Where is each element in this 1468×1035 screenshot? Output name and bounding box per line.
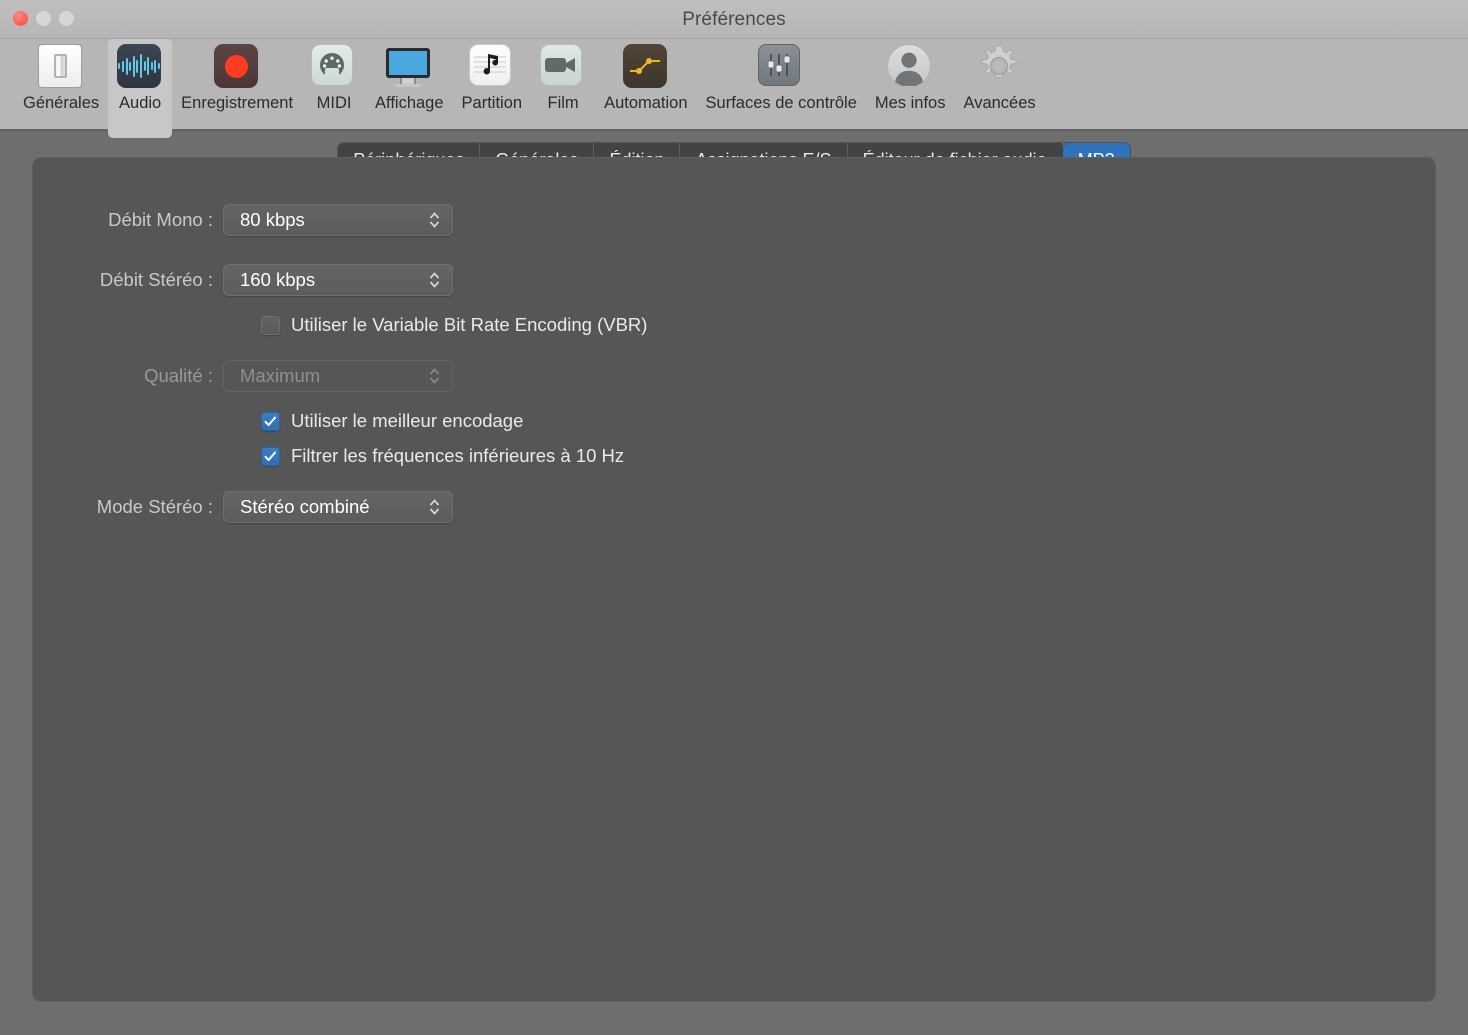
filter-checkbox-row[interactable]: Filtrer les fréquences inférieures à 10 … <box>33 441 1435 471</box>
quality-row: Qualité : Maximum <box>33 358 1435 394</box>
gear-icon <box>977 44 1023 90</box>
stereo-bitrate-label: Débit Stéréo : <box>33 269 223 291</box>
chevron-updown-icon <box>429 210 440 230</box>
toolbar-label: MIDI <box>317 95 352 112</box>
automation-curve-icon <box>623 44 669 90</box>
toolbar-label: Partition <box>462 95 523 112</box>
filter-checkbox-label: Filtrer les fréquences inférieures à 10 … <box>291 445 624 467</box>
toolbar-label: Générales <box>23 95 99 112</box>
toolbar-item-generales[interactable]: Générales <box>14 39 108 116</box>
toolbar-item-film[interactable]: Film <box>531 39 595 116</box>
video-camera-icon <box>540 44 586 90</box>
toolbar-label: Avancées <box>963 95 1035 112</box>
music-score-icon <box>469 44 515 90</box>
window-title: Préférences <box>0 9 1468 31</box>
light-switch-icon <box>38 44 84 90</box>
display-monitor-icon <box>386 44 432 90</box>
best-encoding-checkbox-row[interactable]: Utiliser le meilleur encodage <box>33 406 1435 436</box>
stereo-bitrate-row: Débit Stéréo : 160 kbps <box>33 262 1435 298</box>
stereo-mode-popup[interactable]: Stéréo combiné <box>223 491 453 523</box>
mono-bitrate-label: Débit Mono : <box>33 209 223 231</box>
record-dot-icon <box>214 44 260 90</box>
mp3-settings-form: Débit Mono : 80 kbps Débit Stéréo : 1 <box>33 158 1435 525</box>
toolbar-label: Film <box>547 95 578 112</box>
quality-label: Qualité : <box>33 365 223 387</box>
toolbar-label: Audio <box>119 95 161 112</box>
toolbar-label: Affichage <box>375 95 444 112</box>
chevron-updown-icon <box>429 366 440 386</box>
mono-bitrate-value: 80 kbps <box>224 209 305 231</box>
vbr-checkbox-row[interactable]: Utiliser le Variable Bit Rate Encoding (… <box>33 310 1435 340</box>
toolbar-item-audio[interactable]: Audio <box>108 39 172 138</box>
window-titlebar: Préférences <box>0 0 1468 39</box>
best-encoding-checkbox[interactable] <box>261 412 280 431</box>
toolbar-item-enregistrement[interactable]: Enregistrement <box>172 39 302 116</box>
toolbar-item-partition[interactable]: Partition <box>453 39 532 116</box>
stereo-mode-row: Mode Stéréo : Stéréo combiné <box>33 489 1435 525</box>
audio-waveform-icon <box>117 44 163 90</box>
vbr-checkbox[interactable] <box>261 316 280 335</box>
toolbar-item-automation[interactable]: Automation <box>595 39 696 116</box>
mono-bitrate-popup[interactable]: 80 kbps <box>223 204 453 236</box>
user-avatar-icon <box>887 44 933 90</box>
chevron-updown-icon <box>429 270 440 290</box>
vbr-checkbox-label: Utiliser le Variable Bit Rate Encoding (… <box>291 314 647 336</box>
faders-icon <box>758 44 804 90</box>
quality-value: Maximum <box>224 365 320 387</box>
toolbar-item-avancees[interactable]: Avancées <box>954 39 1044 116</box>
stereo-bitrate-value: 160 kbps <box>224 269 315 291</box>
mp3-settings-panel: Débit Mono : 80 kbps Débit Stéréo : 1 <box>32 157 1436 1002</box>
toolbar-label: Enregistrement <box>181 95 293 112</box>
stereo-mode-label: Mode Stéréo : <box>33 496 223 518</box>
toolbar-item-surfaces-de-controle[interactable]: Surfaces de contrôle <box>697 39 866 116</box>
toolbar-item-midi[interactable]: MIDI <box>302 39 366 116</box>
best-encoding-checkbox-label: Utiliser le meilleur encodage <box>291 410 523 432</box>
stereo-mode-value: Stéréo combiné <box>224 496 370 518</box>
filter-checkbox[interactable] <box>261 447 280 466</box>
mono-bitrate-row: Débit Mono : 80 kbps <box>33 202 1435 238</box>
stereo-bitrate-popup[interactable]: 160 kbps <box>223 264 453 296</box>
toolbar-label: Surfaces de contrôle <box>706 95 857 112</box>
preferences-toolbar: Générales Audio Enregistrement <box>0 39 1468 131</box>
preferences-window: Préférences Générales Audio <box>0 0 1468 1035</box>
toolbar-item-affichage[interactable]: Affichage <box>366 39 453 116</box>
midi-connector-icon <box>311 44 357 90</box>
toolbar-label: Mes infos <box>875 95 946 112</box>
toolbar-item-mes-infos[interactable]: Mes infos <box>866 39 955 116</box>
chevron-updown-icon <box>429 497 440 517</box>
toolbar-label: Automation <box>604 95 687 112</box>
quality-popup: Maximum <box>223 360 453 392</box>
